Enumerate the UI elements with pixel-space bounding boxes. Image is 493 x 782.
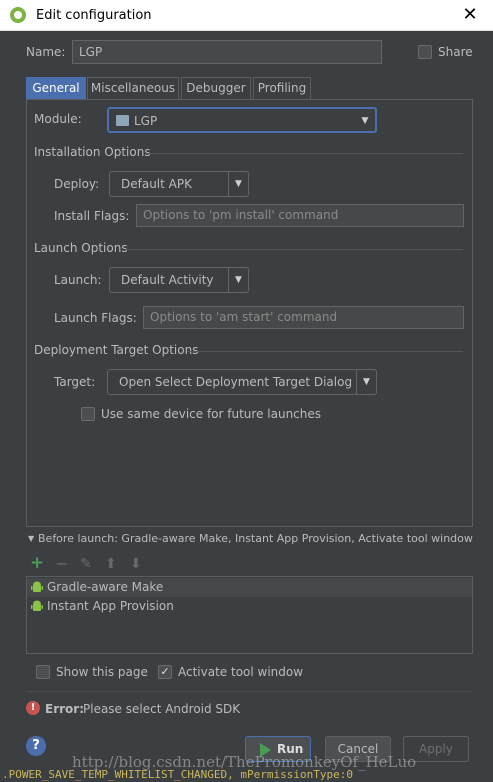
window-titlebar: Edit configuration ✕ bbox=[0, 0, 493, 31]
same-device-checkbox[interactable] bbox=[81, 407, 95, 421]
background-log-line: .POWER_SAVE_TEMP_WHITELIST_CHANGED, mPer… bbox=[2, 768, 353, 781]
target-value: Open Select Deployment Target Dialog bbox=[119, 375, 353, 389]
list-item[interactable]: Gradle-aware Make bbox=[27, 578, 472, 597]
error-prefix: Error: bbox=[45, 702, 84, 716]
chevron-down-icon: ▼ bbox=[228, 268, 248, 292]
activate-tool-window-label: Activate tool window bbox=[178, 665, 304, 679]
list-item[interactable]: Instant App Provision bbox=[27, 597, 472, 616]
remove-icon[interactable]: − bbox=[55, 556, 68, 572]
tab-profiling[interactable]: Profiling bbox=[253, 77, 311, 99]
window-title: Edit configuration bbox=[36, 8, 152, 23]
close-icon[interactable]: ✕ bbox=[447, 0, 493, 31]
install-flags-label: Install Flags: bbox=[54, 209, 130, 223]
collapse-triangle-icon[interactable]: ▼ bbox=[28, 534, 34, 543]
deploy-value: Default APK bbox=[121, 177, 192, 191]
launch-value: Default Activity bbox=[121, 273, 214, 287]
error-icon: ! bbox=[26, 701, 40, 715]
deploy-select[interactable]: Default APK ▼ bbox=[109, 171, 249, 197]
target-label: Target: bbox=[54, 375, 96, 389]
activate-tool-window-checkbox[interactable]: ✓ bbox=[158, 665, 172, 679]
deployment-target-title: Deployment Target Options bbox=[34, 343, 199, 357]
general-panel: Module: LGP ▼ Installation Options Deplo… bbox=[26, 99, 473, 527]
help-button[interactable]: ? bbox=[26, 736, 46, 756]
show-page-checkbox[interactable] bbox=[36, 665, 50, 679]
name-field[interactable]: LGP bbox=[72, 40, 382, 64]
module-value: LGP bbox=[134, 114, 158, 128]
launch-label: Launch: bbox=[54, 273, 102, 287]
chevron-down-icon: ▼ bbox=[356, 370, 376, 394]
android-studio-icon bbox=[10, 7, 26, 23]
same-device-label: Use same device for future launches bbox=[101, 407, 322, 421]
android-icon bbox=[31, 600, 43, 611]
launch-flags-input[interactable]: Options to 'am start' command bbox=[143, 306, 464, 329]
edit-pencil-icon[interactable]: ✎ bbox=[80, 557, 92, 571]
options-separator bbox=[26, 691, 473, 692]
move-up-icon[interactable]: ⬆ bbox=[105, 557, 117, 571]
launch-select[interactable]: Default Activity ▼ bbox=[109, 267, 249, 293]
tab-general[interactable]: General bbox=[26, 77, 86, 99]
install-flags-input[interactable]: Options to 'pm install' command bbox=[136, 204, 464, 227]
installation-options-title: Installation Options bbox=[34, 145, 151, 159]
installation-separator bbox=[145, 153, 463, 154]
before-launch-list: Gradle-aware Make Instant App Provision bbox=[26, 576, 473, 654]
launch-options-title: Launch Options bbox=[34, 241, 128, 255]
deployment-separator bbox=[187, 351, 463, 352]
deploy-label: Deploy: bbox=[54, 177, 100, 191]
module-select[interactable]: LGP ▼ bbox=[107, 107, 377, 133]
add-icon[interactable]: + bbox=[30, 555, 44, 572]
move-down-icon[interactable]: ⬇ bbox=[130, 557, 142, 571]
name-label: Name: bbox=[26, 45, 66, 59]
target-select[interactable]: Open Select Deployment Target Dialog ▼ bbox=[107, 369, 377, 395]
folder-icon bbox=[116, 115, 129, 126]
tab-miscellaneous[interactable]: Miscellaneous bbox=[87, 77, 179, 99]
android-icon bbox=[31, 581, 43, 592]
chevron-down-icon: ▼ bbox=[361, 116, 369, 126]
error-message: Please select Android SDK bbox=[83, 702, 241, 716]
edit-configuration-dialog: Name: LGP Share General Miscellaneous De… bbox=[0, 31, 493, 782]
share-checkbox[interactable] bbox=[418, 45, 432, 59]
before-launch-title: Before launch: Gradle-aware Make, Instan… bbox=[38, 532, 473, 545]
launch-separator bbox=[125, 249, 463, 250]
show-page-label: Show this page bbox=[56, 665, 148, 679]
launch-flags-label: Launch Flags: bbox=[54, 311, 137, 325]
tab-debugger[interactable]: Debugger bbox=[181, 77, 251, 99]
list-item-label: Instant App Provision bbox=[47, 599, 174, 613]
list-item-label: Gradle-aware Make bbox=[47, 580, 164, 594]
module-label: Module: bbox=[34, 112, 82, 126]
chevron-down-icon: ▼ bbox=[228, 172, 248, 196]
share-label: Share bbox=[438, 45, 473, 59]
